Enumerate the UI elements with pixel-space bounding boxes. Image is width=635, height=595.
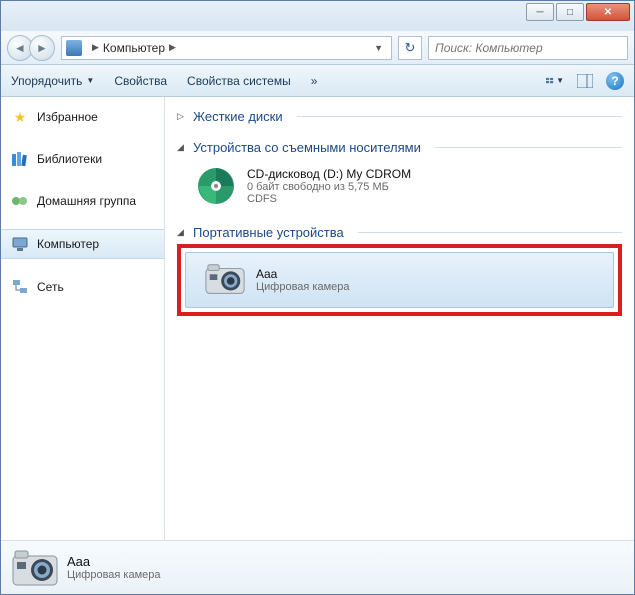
sidebar-item-label: Сеть <box>37 280 64 294</box>
sidebar-item-favorites[interactable]: ★ Избранное <box>1 103 164 131</box>
sidebar-item-homegroup[interactable]: Домашняя группа <box>1 187 164 215</box>
section-hard-disks: ▷ Жесткие диски <box>177 105 622 128</box>
details-pane: Aaa Цифровая камера <box>1 540 634 594</box>
forward-button[interactable]: ► <box>29 35 55 61</box>
section-title: Жесткие диски <box>193 109 283 124</box>
system-properties-button[interactable]: Свойства системы <box>187 74 291 88</box>
address-dropdown[interactable]: ▼ <box>370 43 387 53</box>
refresh-button[interactable]: ↻ <box>398 36 422 60</box>
computer-icon <box>11 235 29 253</box>
star-icon: ★ <box>11 108 29 126</box>
camera-icon <box>11 549 55 587</box>
sidebar-item-label: Избранное <box>37 110 98 124</box>
properties-button[interactable]: Свойства <box>114 74 167 88</box>
section-portable: ◢ Портативные устройства Aaa Цифровая ка… <box>177 221 622 316</box>
explorer-window: ─ □ ✕ ◄ ► ▶ Компьютер ▶ ▼ ↻ Упорядочить▼… <box>0 0 635 595</box>
annotation-highlight: Aaa Цифровая камера <box>177 244 622 316</box>
network-icon <box>11 278 29 296</box>
chevron-down-icon: ◢ <box>177 227 187 238</box>
section-title: Портативные устройства <box>193 225 344 240</box>
chevron-down-icon: ▼ <box>556 76 564 85</box>
section-header[interactable]: ◢ Устройства со съемными носителями <box>177 136 622 159</box>
address-bar[interactable]: ▶ Компьютер ▶ ▼ <box>61 36 392 60</box>
drive-filesystem: CDFS <box>247 193 411 205</box>
close-button[interactable]: ✕ <box>586 3 630 21</box>
sidebar-item-label: Домашняя группа <box>37 194 136 208</box>
device-subtitle: Цифровая камера <box>256 281 350 293</box>
toolbar-overflow[interactable]: » <box>311 74 318 88</box>
content-pane: ▷ Жесткие диски ◢ Устройства со съемными… <box>165 97 634 540</box>
search-input[interactable] <box>435 41 621 55</box>
chevron-right-icon[interactable]: ▶ <box>169 42 176 53</box>
camera-icon <box>204 259 246 301</box>
titlebar: ─ □ ✕ <box>1 1 634 31</box>
device-title: Aaa <box>256 267 350 281</box>
breadcrumb-location[interactable]: Компьютер <box>103 41 165 55</box>
main-area: ★ Избранное Библиотеки Домашняя группа <box>1 97 634 540</box>
sidebar-item-libraries[interactable]: Библиотеки <box>1 145 164 173</box>
device-item-camera[interactable]: Aaa Цифровая камера <box>185 252 614 308</box>
toolbar: Упорядочить▼ Свойства Свойства системы »… <box>1 65 634 97</box>
chevron-right-icon: ▷ <box>177 111 187 122</box>
sidebar-item-computer[interactable]: Компьютер <box>1 229 164 259</box>
drive-item-cd[interactable]: CD-дисковод (D:) My CDROM 0 байт свободн… <box>177 159 622 213</box>
sidebar-item-network[interactable]: Сеть <box>1 273 164 301</box>
navbar: ◄ ► ▶ Компьютер ▶ ▼ ↻ <box>1 31 634 65</box>
cd-drive-icon <box>195 165 237 207</box>
computer-icon <box>66 40 82 56</box>
sidebar-item-label: Компьютер <box>37 237 99 251</box>
details-title: Aaa <box>67 554 161 569</box>
section-header[interactable]: ◢ Портативные устройства <box>177 221 622 244</box>
details-subtitle: Цифровая камера <box>67 569 161 581</box>
maximize-button[interactable]: □ <box>556 3 584 21</box>
help-button[interactable]: ? <box>606 72 624 90</box>
minimize-button[interactable]: ─ <box>526 3 554 21</box>
preview-pane-button[interactable] <box>576 73 594 89</box>
search-box[interactable] <box>428 36 628 60</box>
section-removable: ◢ Устройства со съемными носителями CD-д… <box>177 136 622 213</box>
homegroup-icon <box>11 192 29 210</box>
section-title: Устройства со съемными носителями <box>193 140 421 155</box>
drive-free-space: 0 байт свободно из 5,75 МБ <box>247 181 411 193</box>
chevron-right-icon: ▶ <box>92 42 99 53</box>
sidebar-item-label: Библиотеки <box>37 152 102 166</box>
drive-title: CD-дисковод (D:) My CDROM <box>247 167 411 181</box>
section-header[interactable]: ▷ Жесткие диски <box>177 105 622 128</box>
navigation-pane: ★ Избранное Библиотеки Домашняя группа <box>1 97 165 540</box>
chevron-down-icon: ◢ <box>177 142 187 153</box>
chevron-down-icon: ▼ <box>86 76 94 85</box>
libraries-icon <box>11 150 29 168</box>
organize-button[interactable]: Упорядочить▼ <box>11 74 94 88</box>
view-options-button[interactable]: ▼ <box>546 73 564 89</box>
